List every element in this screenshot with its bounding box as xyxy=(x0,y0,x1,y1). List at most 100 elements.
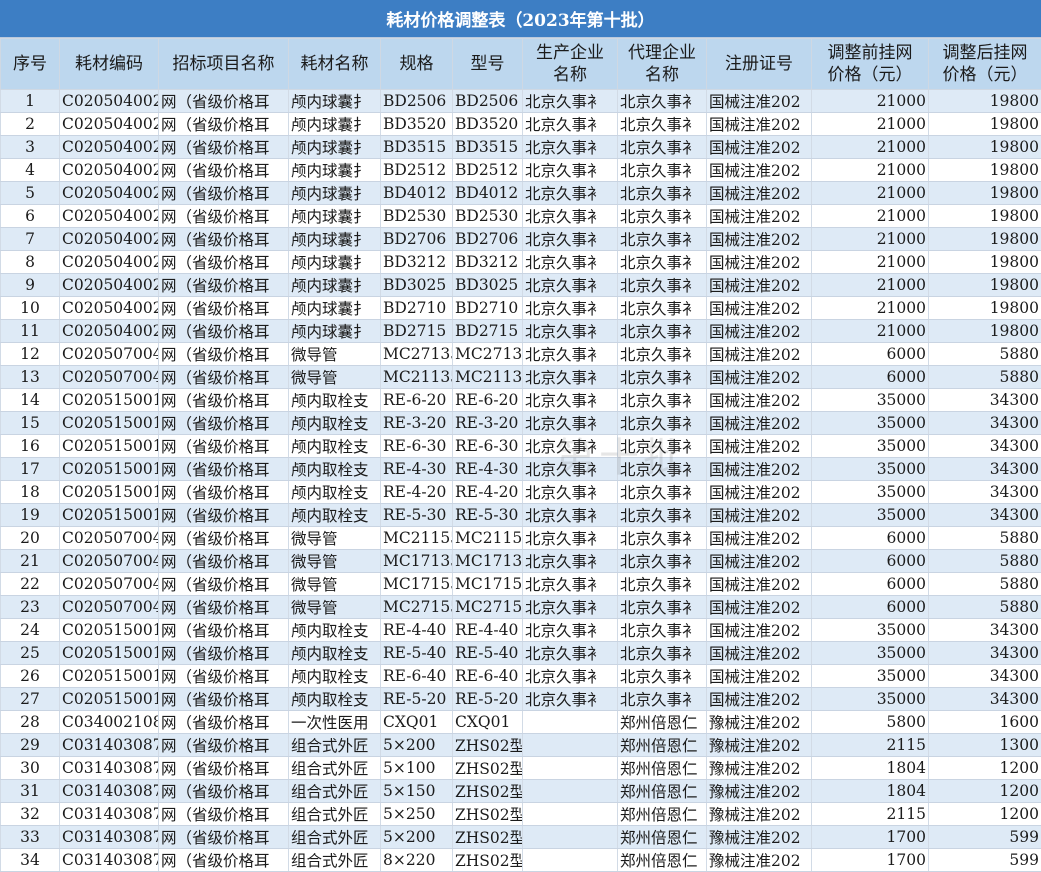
cell-manufacturer[interactable]: 北京久事衤 xyxy=(523,297,618,320)
cell-model[interactable]: RE-4-30 xyxy=(453,458,523,481)
cell-spec[interactable]: BD2506 xyxy=(381,90,453,113)
cell-code[interactable]: C020515001 xyxy=(60,412,159,435)
cell-model[interactable]: RE-5-30 xyxy=(453,504,523,527)
cell-price-before[interactable]: 35000 xyxy=(812,481,929,504)
cell-spec[interactable]: CXQ01 xyxy=(381,711,453,734)
cell-name[interactable]: 颅内取栓支 xyxy=(289,412,381,435)
cell-name[interactable]: 颅内取栓支 xyxy=(289,389,381,412)
cell-project[interactable]: 网（省级价格耳 xyxy=(159,389,289,412)
cell-agent[interactable]: 北京久事衤 xyxy=(618,366,707,389)
cell-name[interactable]: 颅内球囊扌 xyxy=(289,182,381,205)
cell-name[interactable]: 颅内球囊扌 xyxy=(289,297,381,320)
cell-spec[interactable]: RE-3-20 xyxy=(381,412,453,435)
cell-registration[interactable]: 国械注准202 xyxy=(707,389,812,412)
cell-seq[interactable]: 14 xyxy=(1,389,60,412)
cell-price-before[interactable]: 35000 xyxy=(812,504,929,527)
cell-seq[interactable]: 27 xyxy=(1,688,60,711)
cell-spec[interactable]: RE-6-20 xyxy=(381,389,453,412)
cell-price-after[interactable]: 5880 xyxy=(929,527,1041,550)
cell-price-before[interactable]: 21000 xyxy=(812,228,929,251)
cell-price-before[interactable]: 6000 xyxy=(812,366,929,389)
cell-spec[interactable]: BD4012 xyxy=(381,182,453,205)
cell-project[interactable]: 网（省级价格耳 xyxy=(159,596,289,619)
cell-registration[interactable]: 国械注准202 xyxy=(707,228,812,251)
cell-spec[interactable]: MC27155 xyxy=(381,596,453,619)
cell-name[interactable]: 组合式外匠 xyxy=(289,780,381,803)
cell-model[interactable]: BD2530 xyxy=(453,205,523,228)
cell-price-before[interactable]: 21000 xyxy=(812,90,929,113)
cell-code[interactable]: C020515001 xyxy=(60,688,159,711)
cell-price-after[interactable]: 599 xyxy=(929,849,1041,872)
cell-seq[interactable]: 22 xyxy=(1,573,60,596)
cell-registration[interactable]: 国械注准202 xyxy=(707,90,812,113)
cell-project[interactable]: 网（省级价格耳 xyxy=(159,573,289,596)
cell-manufacturer[interactable]: 北京久事衤 xyxy=(523,527,618,550)
cell-code[interactable]: C020504002 xyxy=(60,182,159,205)
cell-model[interactable]: BD3515 xyxy=(453,136,523,159)
cell-code[interactable]: C020515001 xyxy=(60,619,159,642)
cell-spec[interactable]: BD2530 xyxy=(381,205,453,228)
cell-price-after[interactable]: 34300 xyxy=(929,412,1041,435)
cell-agent[interactable]: 北京久事衤 xyxy=(618,435,707,458)
cell-price-after[interactable]: 34300 xyxy=(929,458,1041,481)
cell-registration[interactable]: 国械注准202 xyxy=(707,159,812,182)
cell-code[interactable]: C020504002 xyxy=(60,113,159,136)
cell-price-before[interactable]: 35000 xyxy=(812,389,929,412)
cell-project[interactable]: 网（省级价格耳 xyxy=(159,136,289,159)
cell-name[interactable]: 颅内取栓支 xyxy=(289,665,381,688)
cell-manufacturer[interactable]: 北京久事衤 xyxy=(523,481,618,504)
cell-model[interactable]: ZHS02型 xyxy=(453,734,523,757)
cell-manufacturer[interactable]: 北京久事衤 xyxy=(523,320,618,343)
cell-agent[interactable]: 北京久事衤 xyxy=(618,458,707,481)
cell-agent[interactable]: 北京久事衤 xyxy=(618,619,707,642)
cell-spec[interactable]: BD2706 xyxy=(381,228,453,251)
cell-name[interactable]: 颅内球囊扌 xyxy=(289,136,381,159)
cell-code[interactable]: C020504002 xyxy=(60,136,159,159)
cell-manufacturer[interactable]: 北京久事衤 xyxy=(523,458,618,481)
cell-price-after[interactable]: 34300 xyxy=(929,619,1041,642)
cell-manufacturer[interactable]: 北京久事衤 xyxy=(523,412,618,435)
cell-project[interactable]: 网（省级价格耳 xyxy=(159,849,289,872)
cell-agent[interactable]: 北京久事衤 xyxy=(618,113,707,136)
cell-manufacturer[interactable]: 北京久事衤 xyxy=(523,159,618,182)
cell-spec[interactable]: 5×250 xyxy=(381,803,453,826)
cell-code[interactable]: C020515001 xyxy=(60,458,159,481)
cell-price-after[interactable]: 1600 xyxy=(929,711,1041,734)
cell-project[interactable]: 网（省级价格耳 xyxy=(159,205,289,228)
cell-registration[interactable]: 国械注准202 xyxy=(707,573,812,596)
cell-name[interactable]: 颅内球囊扌 xyxy=(289,274,381,297)
cell-registration[interactable]: 国械注准202 xyxy=(707,458,812,481)
cell-model[interactable]: MC17135 xyxy=(453,550,523,573)
cell-code[interactable]: C020507004 xyxy=(60,343,159,366)
cell-model[interactable]: ZHS02型 xyxy=(453,849,523,872)
cell-name[interactable]: 组合式外匠 xyxy=(289,849,381,872)
cell-registration[interactable]: 国械注准202 xyxy=(707,435,812,458)
cell-project[interactable]: 网（省级价格耳 xyxy=(159,688,289,711)
cell-manufacturer[interactable]: 北京久事衤 xyxy=(523,389,618,412)
cell-project[interactable]: 网（省级价格耳 xyxy=(159,757,289,780)
cell-price-after[interactable]: 5880 xyxy=(929,343,1041,366)
cell-code[interactable]: C020504002 xyxy=(60,90,159,113)
cell-price-after[interactable]: 1200 xyxy=(929,803,1041,826)
cell-price-after[interactable]: 19800 xyxy=(929,251,1041,274)
cell-project[interactable]: 网（省级价格耳 xyxy=(159,412,289,435)
cell-price-before[interactable]: 35000 xyxy=(812,619,929,642)
cell-code[interactable]: C020504002 xyxy=(60,251,159,274)
cell-registration[interactable]: 国械注准202 xyxy=(707,596,812,619)
cell-name[interactable]: 颅内球囊扌 xyxy=(289,228,381,251)
cell-seq[interactable]: 30 xyxy=(1,757,60,780)
cell-manufacturer[interactable]: 北京久事衤 xyxy=(523,573,618,596)
cell-seq[interactable]: 9 xyxy=(1,274,60,297)
cell-price-after[interactable]: 34300 xyxy=(929,688,1041,711)
cell-spec[interactable]: BD2512 xyxy=(381,159,453,182)
cell-name[interactable]: 颅内球囊扌 xyxy=(289,113,381,136)
cell-price-before[interactable]: 21000 xyxy=(812,113,929,136)
cell-price-after[interactable]: 5880 xyxy=(929,596,1041,619)
cell-model[interactable]: MC27135 xyxy=(453,343,523,366)
cell-manufacturer[interactable]: 北京久事衤 xyxy=(523,228,618,251)
cell-agent[interactable]: 北京久事衤 xyxy=(618,412,707,435)
cell-name[interactable]: 颅内取栓支 xyxy=(289,688,381,711)
cell-price-before[interactable]: 35000 xyxy=(812,435,929,458)
cell-name[interactable]: 颅内球囊扌 xyxy=(289,90,381,113)
cell-code[interactable]: C020515001 xyxy=(60,665,159,688)
